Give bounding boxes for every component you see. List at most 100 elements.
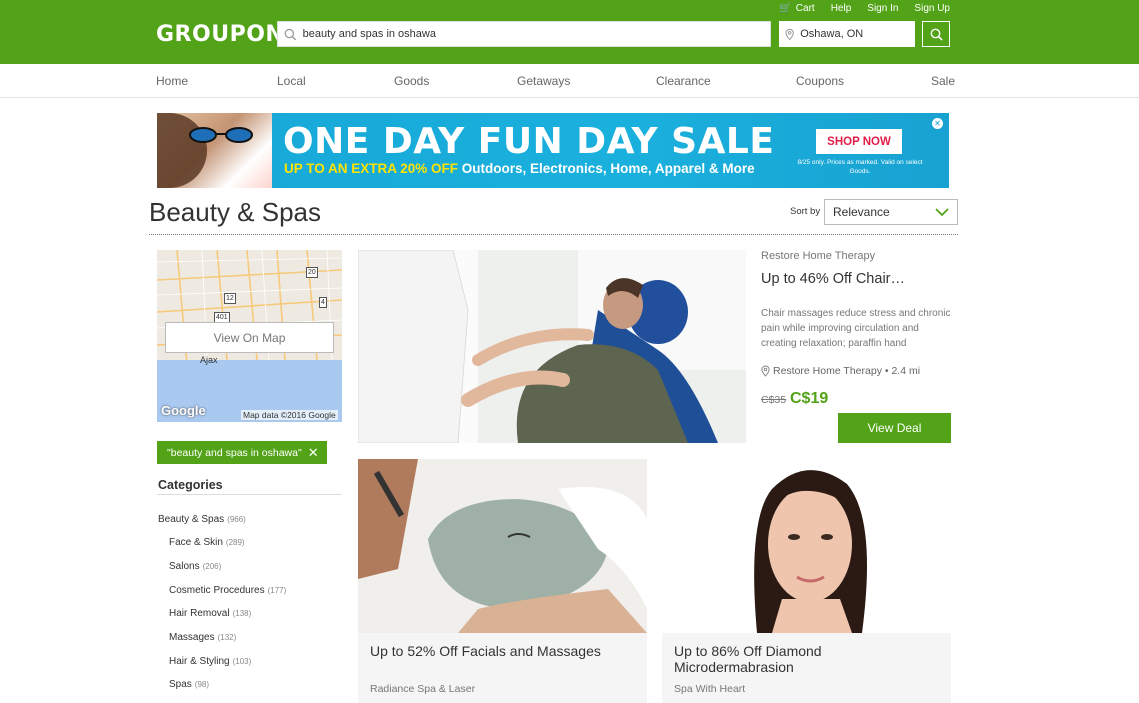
map-town-label: Ajax: [200, 355, 218, 365]
category-count: (98): [194, 680, 210, 689]
featured-deal-image[interactable]: [358, 250, 746, 443]
nav-coupons[interactable]: Coupons: [796, 74, 844, 88]
route-marker: 12: [224, 293, 236, 304]
title-divider: [149, 234, 958, 235]
route-marker: 20: [306, 267, 318, 278]
top-links: 🛒 Cart Help Sign In Sign Up: [779, 3, 950, 14]
sort-value: Relevance: [833, 205, 890, 219]
sort-dropdown[interactable]: Relevance: [824, 199, 958, 225]
deal-card-title: Up to 86% Off Diamond Microdermabrasion: [674, 643, 822, 675]
category-count: (177): [267, 586, 287, 595]
massage-photo: [358, 250, 746, 443]
category-face-skin[interactable]: Face & Skin (289): [169, 537, 245, 548]
close-icon[interactable]: ✕: [932, 118, 943, 129]
deal-location-text: Restore Home Therapy • 2.4 mi: [773, 365, 921, 377]
active-filter-chip[interactable]: "beauty and spas in oshawa" ✕: [157, 441, 327, 464]
category-label: Cosmetic Procedures: [169, 585, 265, 596]
category-salons[interactable]: Salons (206): [169, 561, 221, 572]
deal-merchant[interactable]: Restore Home Therapy: [761, 250, 875, 262]
help-link[interactable]: Help: [831, 3, 852, 14]
deal-card-merchant: Spa With Heart: [674, 683, 746, 695]
category-spas[interactable]: Spas (98): [169, 679, 209, 690]
banner-fine-print: 8/25 only. Prices as marked. Valid on se…: [797, 159, 923, 175]
category-hair-styling[interactable]: Hair & Styling (103): [169, 656, 251, 667]
search-button[interactable]: [922, 21, 950, 47]
cart-icon: 🛒: [779, 3, 792, 14]
categories-heading: Categories: [158, 478, 223, 492]
category-label: Beauty & Spas: [158, 514, 225, 525]
category-count: (132): [217, 633, 237, 642]
search-icon: [284, 28, 297, 40]
shop-now-button[interactable]: SHOP NOW: [816, 129, 902, 154]
close-icon[interactable]: ✕: [308, 446, 319, 459]
nav-getaways[interactable]: Getaways: [517, 74, 570, 88]
category-label: Hair & Styling: [169, 656, 230, 667]
category-beauty-spas[interactable]: Beauty & Spas (966): [158, 514, 246, 525]
deal-card-image: [358, 459, 647, 633]
map-credit: Map data ©2016 Google: [241, 410, 338, 420]
chevron-down-icon: [935, 208, 949, 217]
category-count: (966): [227, 515, 246, 524]
promo-banner[interactable]: ONE DAY FUN DAY SALE UP TO AN EXTRA 20% …: [157, 113, 949, 188]
category-hair-removal[interactable]: Hair Removal (138): [169, 608, 251, 619]
category-cosmetic-procedures[interactable]: Cosmetic Procedures (177): [169, 585, 286, 596]
cart-label: Cart: [795, 3, 815, 14]
location-input[interactable]: [794, 28, 915, 40]
banner-categories: Outdoors, Electronics, Home, Apparel & M…: [461, 161, 755, 176]
view-on-map-button[interactable]: View On Map: [165, 322, 334, 353]
sunglasses-icon: [189, 127, 253, 143]
location-pin-icon: [761, 365, 770, 377]
nav-clearance[interactable]: Clearance: [656, 74, 711, 88]
banner-subtitle: UP TO AN EXTRA 20% OFF Outdoors, Electro…: [284, 161, 755, 176]
deal-card-merchant: Radiance Spa & Laser: [370, 683, 476, 695]
banner-title: ONE DAY FUN DAY SALE: [283, 121, 775, 162]
route-marker: 4: [319, 297, 327, 308]
search-input[interactable]: [296, 28, 770, 40]
deal-card-title: Up to 52% Off Facials and Massages: [370, 643, 601, 659]
banner-hair: [157, 113, 207, 188]
main-nav: Home Local Goods Getaways Clearance Coup…: [0, 64, 1139, 98]
category-label: Hair Removal: [169, 608, 230, 619]
category-count: (289): [225, 538, 245, 547]
category-count: (103): [232, 657, 252, 666]
location-box[interactable]: [779, 21, 915, 47]
deal-card[interactable]: Up to 52% Off Facials and Massages Radia…: [358, 459, 647, 703]
category-label: Massages: [169, 632, 215, 643]
category-label: Salons: [169, 561, 200, 572]
nav-local[interactable]: Local: [277, 74, 306, 88]
deal-title[interactable]: Up to 46% Off Chair…: [761, 271, 905, 287]
category-label: Spas: [169, 679, 192, 690]
portrait-photo: [662, 459, 951, 633]
filter-chip-label: "beauty and spas in oshawa": [167, 446, 302, 459]
deal-description: Chair massages reduce stress and chronic…: [761, 308, 951, 349]
facial-photo: [358, 459, 647, 633]
page-title: Beauty & Spas: [149, 197, 321, 227]
cart-link[interactable]: 🛒 Cart: [779, 3, 814, 14]
deal-card[interactable]: Up to 86% Off Diamond Microdermabrasion …: [662, 459, 951, 703]
nav-goods[interactable]: Goods: [394, 74, 429, 88]
sign-up-link[interactable]: Sign Up: [914, 3, 950, 14]
deal-original-price: C$35: [761, 394, 787, 406]
deal-location: Restore Home Therapy • 2.4 mi: [761, 365, 920, 377]
header: GROUPON 🛒 Cart Help Sign In Sign Up: [0, 0, 1139, 64]
nav-home[interactable]: Home: [156, 74, 188, 88]
category-count: (206): [202, 562, 222, 571]
map-preview[interactable]: 20 12 4 401 Ajax View On Map Google Map …: [157, 250, 342, 422]
categories-divider: [157, 494, 342, 495]
banner-highlight: UP TO AN EXTRA 20% OFF: [284, 161, 459, 176]
search-box[interactable]: [277, 21, 771, 47]
category-label: Face & Skin: [169, 537, 223, 548]
google-logo: Google: [161, 403, 206, 418]
search-icon: [930, 28, 943, 41]
view-deal-button[interactable]: View Deal: [838, 413, 951, 443]
deal-price: C$19: [790, 390, 829, 407]
banner-model-image: [157, 113, 272, 188]
category-massages[interactable]: Massages (132): [169, 632, 236, 643]
groupon-logo[interactable]: GROUPON: [156, 22, 284, 47]
nav-sale[interactable]: Sale: [931, 74, 955, 88]
sign-in-link[interactable]: Sign In: [867, 3, 898, 14]
deal-card-image: [662, 459, 951, 633]
category-count: (138): [232, 609, 252, 618]
location-pin-icon: [785, 28, 794, 40]
sort-label: Sort by: [790, 206, 821, 217]
